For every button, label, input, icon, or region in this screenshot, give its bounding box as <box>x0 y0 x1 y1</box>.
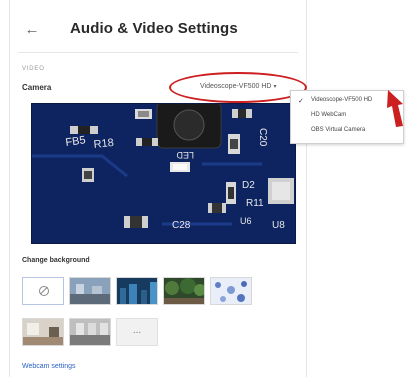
camera-option-hd-webcam[interactable]: HD WebCam <box>311 112 346 118</box>
webcam-settings-link[interactable]: Webcam settings <box>22 363 76 370</box>
silk-label-c28: C28 <box>172 220 191 231</box>
back-arrow-icon[interactable]: ← <box>22 20 42 40</box>
background-garden-option[interactable] <box>163 277 205 305</box>
dots-thumbnail <box>211 278 251 304</box>
background-room-option[interactable] <box>22 318 64 346</box>
hall-thumbnail <box>70 319 110 345</box>
video-section-label: VIDEO <box>22 66 45 72</box>
background-dots-option[interactable] <box>210 277 252 305</box>
silk-label-r18: R18 <box>93 137 114 151</box>
room-thumbnail <box>23 319 63 345</box>
office-thumbnail <box>70 278 110 304</box>
background-city-option[interactable] <box>116 277 158 305</box>
page-title: Audio & Video Settings <box>70 20 238 37</box>
silk-label-u8: U8 <box>272 220 285 231</box>
silk-label-u6: U6 <box>240 216 252 226</box>
background-none-option[interactable] <box>22 277 64 305</box>
header-divider <box>18 52 298 53</box>
none-icon <box>39 286 49 296</box>
camera-highlight-annotation <box>169 72 307 103</box>
city-thumbnail <box>117 278 157 304</box>
camera-preview: FB5 R18 C20 D2 R11 C28 U8 U6 LED <box>31 103 296 244</box>
garden-thumbnail <box>164 278 204 304</box>
change-background-label: Change background <box>22 257 90 264</box>
camera-option-videoscope[interactable]: Videoscope-VF500 HD <box>311 97 372 103</box>
silk-label-c20: C20 <box>257 128 268 147</box>
background-office-option[interactable] <box>69 277 111 305</box>
camera-label: Camera <box>22 83 52 92</box>
silk-label-r11: R11 <box>246 198 264 209</box>
checkmark-icon: ✓ <box>298 98 304 105</box>
silk-label-led: LED <box>176 150 194 160</box>
more-label: ... <box>132 325 142 336</box>
red-arrow-annotation <box>387 90 403 127</box>
settings-panel: ← Audio & Video Settings VIDEO Camera Vi… <box>9 0 307 377</box>
silk-label-d2: D2 <box>242 180 255 191</box>
background-hall-option[interactable] <box>69 318 111 346</box>
pcb-preview-image: FB5 R18 C20 D2 R11 C28 U8 U6 LED <box>32 104 295 243</box>
header: ← Audio & Video Settings <box>10 0 306 58</box>
background-more-option[interactable]: ... <box>116 318 158 346</box>
camera-option-obs[interactable]: OBS Virtual Camera <box>311 127 365 133</box>
